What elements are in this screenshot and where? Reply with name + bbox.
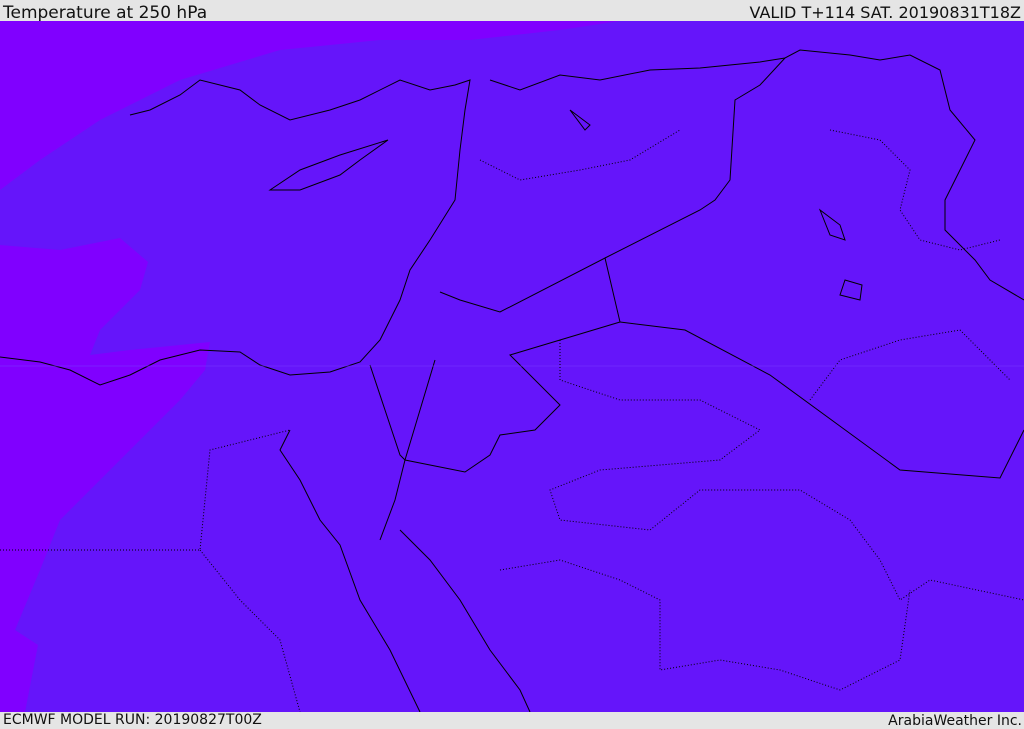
warm-region-northwest — [0, 21, 620, 190]
temperature-map — [0, 21, 1024, 713]
map-title: Temperature at 250 hPa — [3, 3, 208, 23]
model-run: ECMWF MODEL RUN: 20190827T00Z — [3, 712, 262, 728]
brand-label: ArabiaWeather Inc. — [888, 713, 1022, 729]
map-svg — [0, 21, 1024, 713]
warm-region-west — [0, 238, 210, 712]
valid-time: VALID T+114 SAT. 20190831T18Z — [749, 3, 1021, 22]
land-borders — [369, 57, 1024, 479]
header-bar: Temperature at 250 hPa VALID T+114 SAT. … — [0, 0, 1024, 23]
footer-bar: ECMWF MODEL RUN: 20190827T00Z ArabiaWeat… — [0, 712, 1024, 729]
